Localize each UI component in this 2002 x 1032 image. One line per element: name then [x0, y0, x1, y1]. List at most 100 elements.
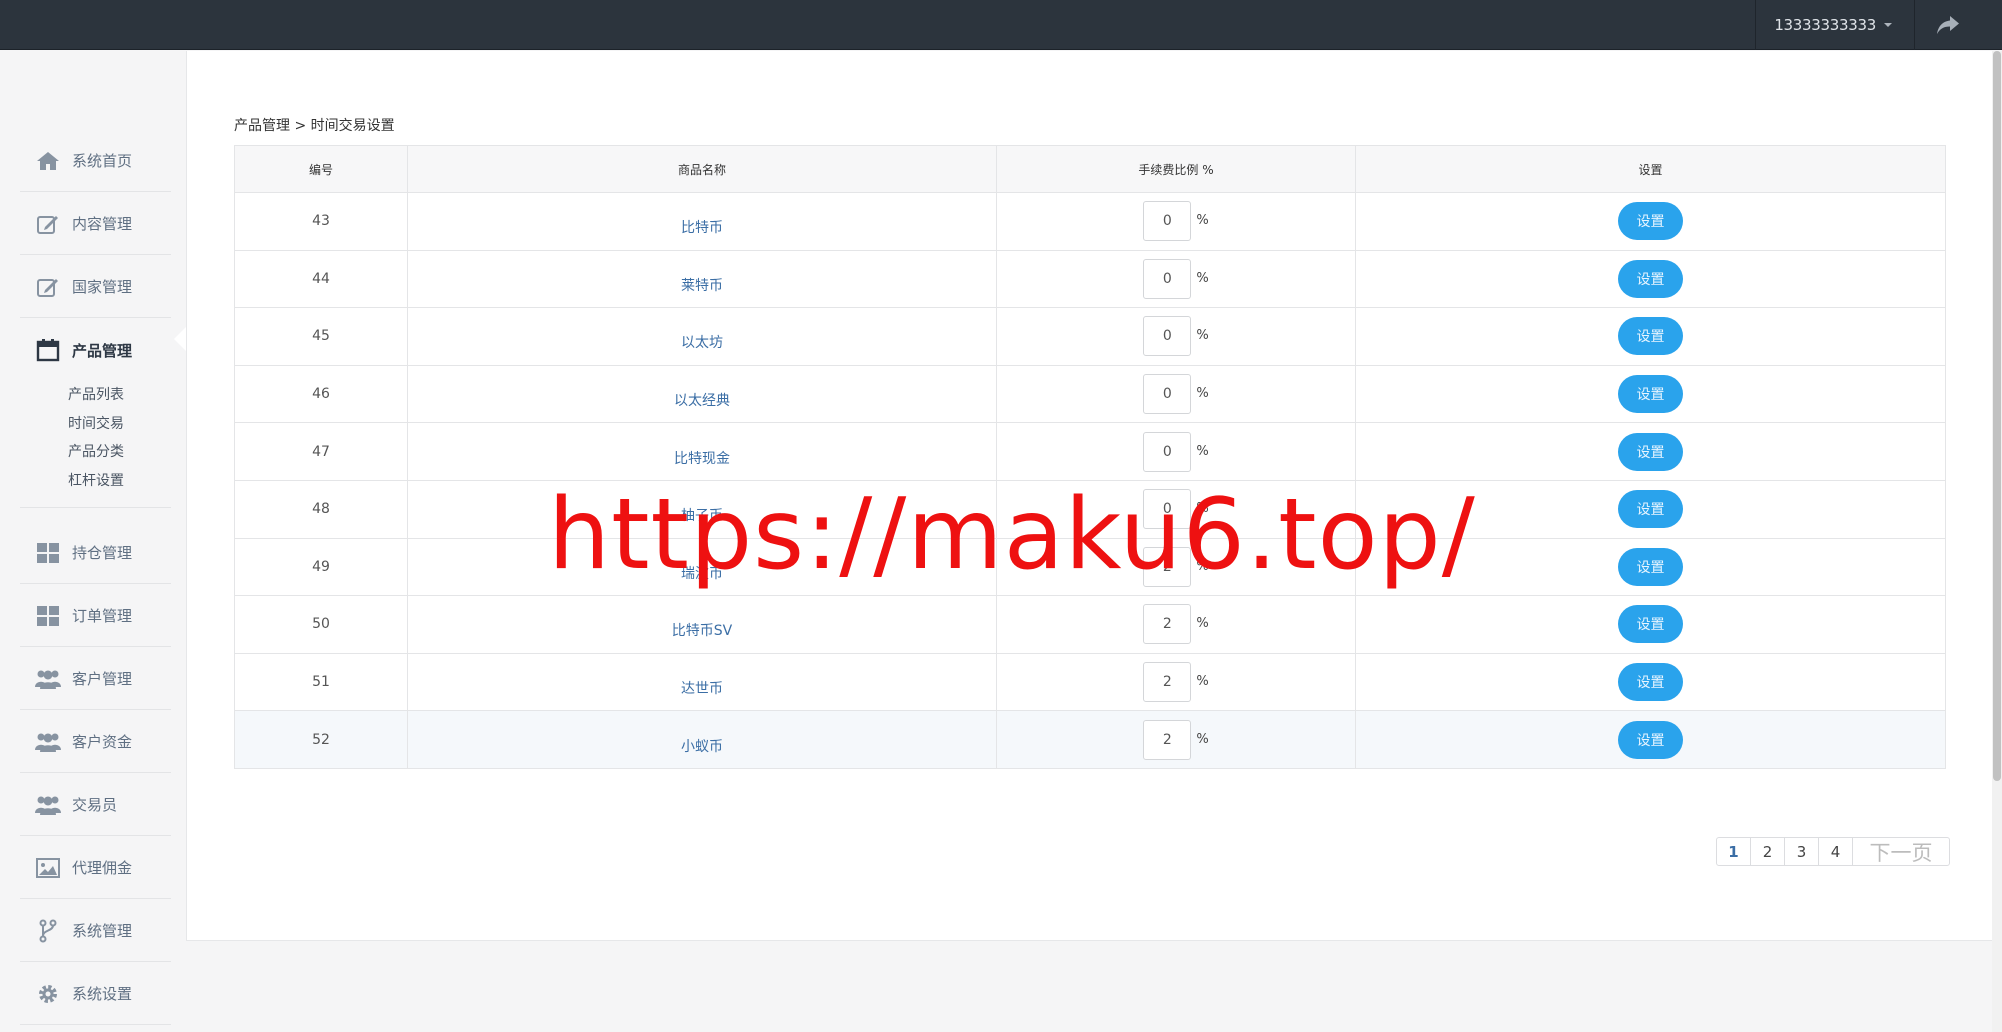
- sidebar-item-traders[interactable]: 交易员: [20, 774, 171, 836]
- product-name-link[interactable]: 以太经典: [674, 378, 730, 410]
- sidebar-item-country[interactable]: 国家管理: [20, 256, 171, 318]
- sidebar-item-label: 代理佣金: [72, 859, 133, 877]
- page-link-3[interactable]: 3: [1785, 838, 1819, 865]
- page-scrollbar[interactable]: [1992, 51, 2002, 1032]
- sidebar-item-products[interactable]: 产品管理: [20, 319, 171, 381]
- submenu-item-leverage[interactable]: 杠杆设置: [68, 467, 124, 496]
- share-button[interactable]: [1916, 0, 1980, 50]
- product-name-link[interactable]: 比特现金: [674, 436, 730, 468]
- products-submenu: 产品列表 时间交易 产品分类 杠杆设置: [68, 381, 124, 495]
- sidebar-item-label: 系统首页: [72, 152, 133, 170]
- time-trade-settings-table: 编号 商品名称 手续费比例 % 设置 43 比特币% 设置 44 莱特币% 设置 45 以太坊…: [234, 145, 1946, 769]
- cell-product-name: 莱特币: [407, 249, 997, 309]
- set-button[interactable]: 设置: [1618, 547, 1683, 586]
- scrollbar-thumb[interactable]: [1993, 51, 2001, 781]
- submenu-item-product-category[interactable]: 产品分类: [68, 438, 124, 467]
- calendar-icon: [34, 336, 62, 364]
- sidebar-item-positions[interactable]: 持仓管理: [20, 522, 171, 584]
- fee-ratio-input[interactable]: [1143, 374, 1192, 415]
- cell-fee: %: [996, 710, 1356, 769]
- cell-fee: %: [996, 249, 1356, 309]
- set-button[interactable]: 设置: [1618, 375, 1683, 414]
- product-name-link[interactable]: 以太坊: [681, 320, 723, 352]
- breadcrumb: 产品管理 > 时间交易设置: [234, 118, 395, 134]
- product-name-link[interactable]: 达世币: [681, 666, 723, 698]
- users-icon: [34, 728, 62, 756]
- cell-product-name: 瑞波币: [407, 537, 997, 597]
- percent-sign: %: [1196, 213, 1209, 229]
- fee-ratio-input[interactable]: [1143, 719, 1192, 760]
- fee-ratio-input[interactable]: [1143, 662, 1192, 703]
- product-name-link[interactable]: 小蚁币: [681, 724, 723, 756]
- grid-icon: [34, 539, 62, 567]
- sidebar-item-agent-commission[interactable]: 代理佣金: [20, 837, 171, 899]
- caret-down-icon: [1884, 23, 1892, 27]
- cell-fee: %: [996, 307, 1356, 366]
- sidebar-item-label: 内容管理: [72, 215, 133, 233]
- table-row: 45 以太坊% 设置: [234, 307, 1946, 366]
- percent-sign: %: [1196, 270, 1209, 286]
- set-button[interactable]: 设置: [1618, 202, 1683, 241]
- table-row: 47 比特现金% 设置: [234, 422, 1946, 481]
- cell-id: 49: [234, 537, 408, 597]
- share-arrow-icon: [1937, 16, 1959, 34]
- branch-icon: [34, 917, 62, 945]
- product-name-link[interactable]: 比特币SV: [672, 608, 732, 640]
- set-button[interactable]: 设置: [1618, 317, 1683, 356]
- set-button[interactable]: 设置: [1618, 490, 1683, 529]
- cell-product-name: 比特币: [407, 192, 997, 251]
- sidebar-item-customer-funds[interactable]: 客户资金: [20, 711, 171, 773]
- fee-ratio-input[interactable]: [1143, 604, 1192, 645]
- table-row: 52 小蚁币% 设置: [234, 710, 1946, 769]
- username-label: 13333333333: [1774, 16, 1876, 34]
- table-header-row: 编号 商品名称 手续费比例 % 设置: [234, 145, 1946, 193]
- percent-sign: %: [1196, 558, 1209, 574]
- sidebar-item-content[interactable]: 内容管理: [20, 193, 171, 255]
- set-button[interactable]: 设置: [1618, 432, 1683, 471]
- sidebar-item-label: 客户资金: [72, 733, 133, 751]
- page-link-1[interactable]: 1: [1717, 838, 1751, 865]
- sidebar-item-home[interactable]: 系统首页: [20, 130, 171, 192]
- cell-action: 设置: [1355, 595, 1946, 654]
- set-button[interactable]: 设置: [1618, 605, 1683, 644]
- sidebar-item-label: 持仓管理: [72, 544, 133, 562]
- cell-action: 设置: [1355, 652, 1946, 712]
- product-name-link[interactable]: 比特币: [681, 205, 723, 237]
- product-name-link[interactable]: 瑞波币: [681, 551, 723, 583]
- pagination: 1 2 3 4 下一页: [1716, 837, 1950, 866]
- sidebar-item-system-settings[interactable]: 系统设置: [20, 963, 171, 1025]
- fee-ratio-input[interactable]: [1143, 258, 1192, 299]
- set-button[interactable]: 设置: [1618, 663, 1683, 702]
- product-name-link[interactable]: 柚子币: [681, 493, 723, 525]
- cell-id: 44: [234, 249, 408, 309]
- submenu-item-product-list[interactable]: 产品列表: [68, 381, 124, 410]
- fee-ratio-input[interactable]: [1143, 489, 1192, 530]
- sidebar-item-customers[interactable]: 客户管理: [20, 648, 171, 710]
- sidebar-item-system-management[interactable]: 系统管理: [20, 900, 171, 962]
- fee-ratio-input[interactable]: [1143, 316, 1192, 357]
- sidebar-item-orders[interactable]: 订单管理: [20, 585, 171, 647]
- user-menu-dropdown[interactable]: 13333333333: [1755, 0, 1915, 50]
- top-navbar: 13333333333: [0, 0, 2002, 50]
- table-row: 44 莱特币% 设置: [234, 249, 1946, 309]
- page-link-2[interactable]: 2: [1751, 838, 1785, 865]
- submenu-item-time-trade[interactable]: 时间交易: [68, 410, 124, 439]
- set-button[interactable]: 设置: [1618, 259, 1683, 298]
- cell-product-name: 达世币: [407, 652, 997, 712]
- column-header-name: 商品名称: [407, 145, 997, 193]
- cell-fee: %: [996, 537, 1356, 597]
- next-page-button[interactable]: 下一页: [1853, 838, 1949, 865]
- fee-ratio-input[interactable]: [1143, 201, 1192, 242]
- cell-action: 设置: [1355, 307, 1946, 366]
- edit-icon: [34, 273, 62, 301]
- cell-product-name: 以太坊: [407, 307, 997, 366]
- cell-action: 设置: [1355, 364, 1946, 424]
- product-name-link[interactable]: 莱特币: [681, 263, 723, 295]
- set-button[interactable]: 设置: [1618, 720, 1683, 759]
- cell-id: 52: [234, 710, 408, 769]
- table-row: 43 比特币% 设置: [234, 192, 1946, 251]
- fee-ratio-input[interactable]: [1143, 431, 1192, 472]
- fee-ratio-input[interactable]: [1143, 546, 1192, 587]
- table-row: 51 达世币% 设置: [234, 652, 1946, 712]
- page-link-4[interactable]: 4: [1819, 838, 1853, 865]
